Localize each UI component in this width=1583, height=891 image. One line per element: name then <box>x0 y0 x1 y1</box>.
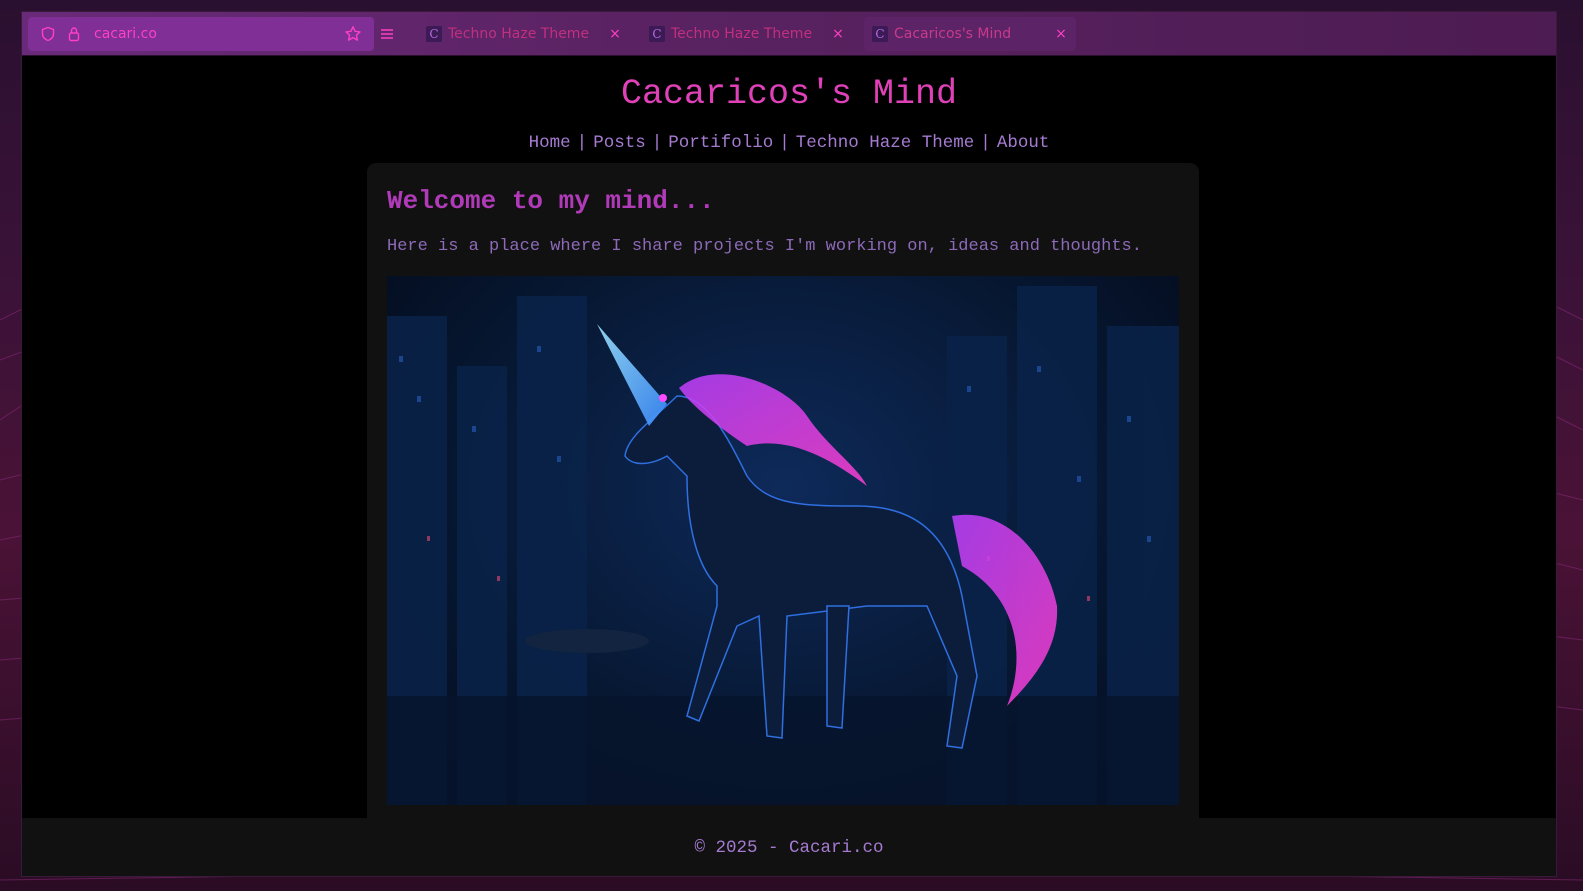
hamburger-menu-icon[interactable] <box>378 20 396 48</box>
nav-separator: | <box>576 133 588 153</box>
welcome-intro: Here is a place where I share projects I… <box>387 237 1142 256</box>
favicon-icon: C <box>426 26 442 42</box>
close-icon[interactable]: × <box>1046 26 1076 42</box>
tab-cacaricos-mind[interactable]: C Cacaricos's Mind × <box>864 17 1076 51</box>
shield-icon[interactable] <box>40 26 56 42</box>
hero-image-neon-unicorn <box>387 276 1179 805</box>
tab-techno-haze-2[interactable]: C Techno Haze Theme × <box>641 17 853 51</box>
nav-link-posts[interactable]: Posts <box>593 133 646 153</box>
tab-label: Techno Haze Theme <box>448 26 590 42</box>
nav-link-about[interactable]: About <box>997 133 1050 153</box>
favicon-icon: C <box>649 26 665 42</box>
browser-window: cacari.co C Techno Haze Theme × C Techno… <box>21 11 1557 877</box>
close-icon[interactable]: × <box>600 26 630 42</box>
nav-separator: | <box>980 133 991 153</box>
address-bar[interactable]: cacari.co <box>28 17 374 51</box>
tab-techno-haze-1[interactable]: C Techno Haze Theme × <box>418 17 630 51</box>
site-nav: Home | Posts | Portifolio | Techno Haze Theme |… <box>22 133 1556 153</box>
lock-icon[interactable] <box>66 26 82 42</box>
nav-separator: | <box>651 133 663 153</box>
close-icon[interactable]: × <box>823 26 853 42</box>
url-text[interactable]: cacari.co <box>94 26 157 42</box>
tab-label: Techno Haze Theme <box>671 26 813 42</box>
nav-link-techno-haze-theme[interactable]: Techno Haze Theme <box>796 133 975 153</box>
nav-link-portfolio[interactable]: Portifolio <box>668 133 773 153</box>
nav-link-home[interactable]: Home <box>529 133 571 153</box>
tab-label: Cacaricos's Mind <box>894 26 1012 42</box>
footer-copyright: © 2025 - Cacari.co <box>694 838 884 858</box>
welcome-heading: Welcome to my mind... <box>387 186 715 216</box>
favicon-icon: C <box>872 26 888 42</box>
browser-toolbar: cacari.co C Techno Haze Theme × C Techno… <box>22 12 1556 56</box>
site-title[interactable]: Cacaricos's Mind <box>22 74 1556 114</box>
page-content: Cacaricos's Mind Home | Posts | Portifolio | T… <box>22 56 1556 833</box>
welcome-card: Welcome to my mind... Here is a place wh… <box>367 163 1199 833</box>
nav-separator: | <box>779 133 790 153</box>
site-footer: © 2025 - Cacari.co <box>22 818 1556 876</box>
star-icon[interactable] <box>344 25 362 43</box>
